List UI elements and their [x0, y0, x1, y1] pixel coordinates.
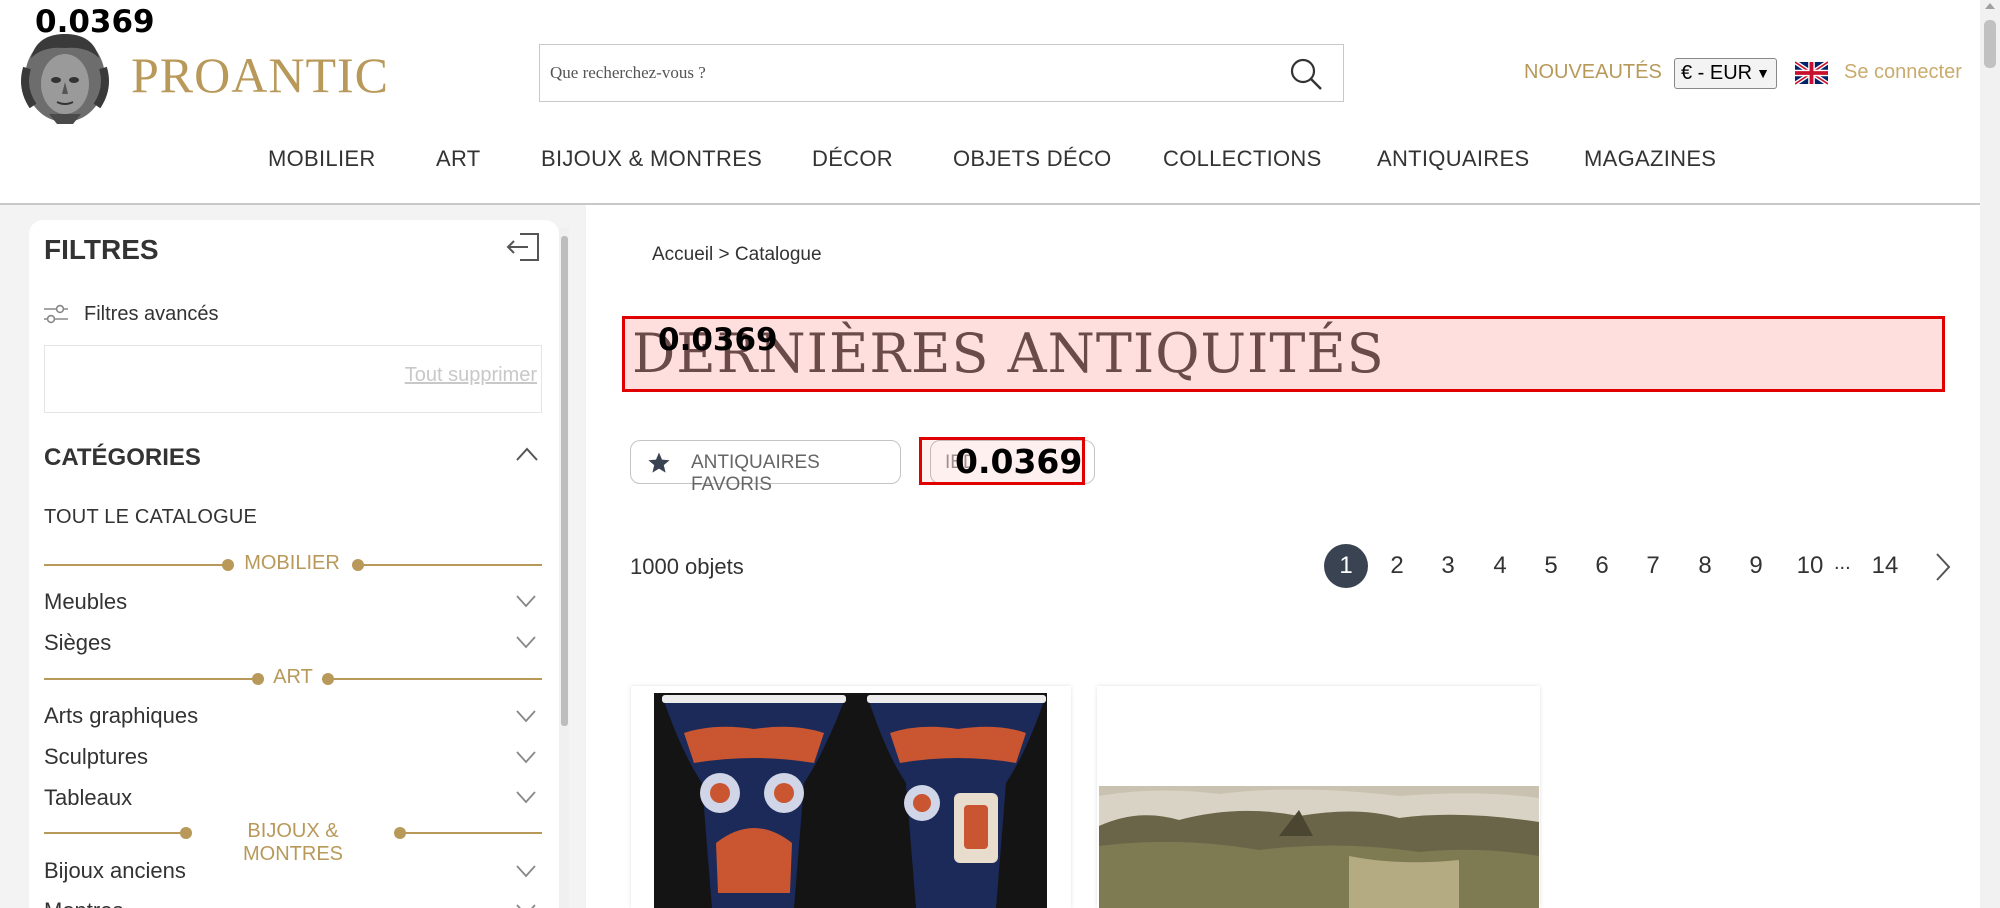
currency-value: € - EUR — [1681, 62, 1753, 84]
category-group-label: MOBILIER — [242, 552, 342, 575]
new-items-link[interactable]: NOUVEAUTÉS — [1524, 61, 1662, 84]
debug-highlight-title — [622, 316, 1945, 392]
chevron-down-icon[interactable] — [515, 709, 537, 723]
uk-flag-icon[interactable] — [1795, 61, 1828, 85]
nav-item-art[interactable]: ART — [436, 146, 481, 172]
page-1[interactable]: 1 — [1324, 544, 1368, 588]
category-group-label: BIJOUX & MONTRES — [198, 820, 388, 866]
search-icon[interactable] — [1289, 57, 1323, 91]
chevron-down-icon: ▼ — [1756, 65, 1770, 81]
chevron-down-icon[interactable] — [515, 864, 537, 878]
close-panel-icon[interactable] — [506, 232, 540, 262]
chevron-down-icon[interactable] — [515, 750, 537, 764]
chevron-down-icon[interactable] — [515, 635, 537, 649]
nav-item-objets-deco[interactable]: OBJETS DÉCO — [953, 146, 1112, 172]
page-4[interactable]: 4 — [1478, 544, 1522, 588]
result-count: 1000 objets — [630, 554, 744, 579]
nav-item-bijoux-montres[interactable]: BIJOUX & MONTRES — [541, 146, 762, 172]
page-scrollbar[interactable] — [1980, 0, 2000, 908]
search-bar — [539, 44, 1344, 102]
breadcrumb[interactable]: Accueil > Catalogue — [652, 244, 822, 266]
chevron-up-icon[interactable] — [515, 446, 539, 462]
page-6[interactable]: 6 — [1580, 544, 1624, 588]
brand-name[interactable]: PROANTIC — [131, 46, 389, 104]
sliders-icon[interactable] — [44, 304, 68, 324]
pagination: 1 2 3 4 5 6 7 8 9 10 ... 14 — [1320, 544, 1960, 588]
page-8[interactable]: 8 — [1683, 544, 1727, 588]
page-2[interactable]: 2 — [1375, 544, 1419, 588]
page-last[interactable]: 14 — [1860, 544, 1910, 588]
star-icon — [648, 452, 670, 473]
page-9[interactable]: 9 — [1734, 544, 1778, 588]
sidebar-item-sculptures[interactable]: Sculptures — [44, 744, 148, 770]
sidebar-item-tableaux[interactable]: Tableaux — [44, 785, 132, 811]
favorite-dealers-button[interactable]: ANTIQUAIRES FAVORIS — [630, 440, 901, 495]
sidebar-item-sieges[interactable]: Sièges — [44, 630, 111, 656]
search-input[interactable] — [550, 45, 1250, 101]
category-divider-bijoux: BIJOUX & MONTRES — [44, 820, 542, 866]
advanced-filters-link[interactable]: Filtres avancés — [84, 303, 219, 326]
logo-head-icon[interactable] — [17, 28, 113, 124]
sidebar-item-montres[interactable]: Montres — [44, 898, 123, 908]
favorite-dealers-label: ANTIQUAIRES FAVORIS — [691, 452, 820, 495]
category-divider-mobilier: MOBILIER — [44, 552, 542, 578]
page-7[interactable]: 7 — [1631, 544, 1675, 588]
categories-title[interactable]: CATÉGORIES — [44, 444, 201, 472]
category-group-label: ART — [270, 666, 316, 689]
nav-item-magazines[interactable]: MAGAZINES — [1584, 146, 1716, 172]
login-link[interactable]: Se connecter — [1844, 61, 1962, 84]
product-image[interactable] — [1099, 786, 1539, 908]
debug-overlay-logo: 0.0369 — [35, 4, 155, 40]
page-10[interactable]: 10 — [1785, 544, 1835, 588]
nav-item-antiquaires[interactable]: ANTIQUAIRES — [1377, 146, 1529, 172]
chevron-down-icon[interactable] — [515, 903, 537, 908]
page-5[interactable]: 5 — [1529, 544, 1573, 588]
chevron-down-icon[interactable] — [515, 594, 537, 608]
sidebar-item-arts-graphiques[interactable]: Arts graphiques — [44, 703, 198, 729]
clear-all-link[interactable]: Tout supprimer — [405, 364, 537, 387]
filters-title: FILTRES — [44, 234, 159, 265]
product-card[interactable] — [1097, 686, 1540, 908]
main-nav: MOBILIER ART BIJOUX & MONTRES DÉCOR OBJE… — [0, 146, 2000, 186]
active-filters-box: Tout supprimer — [44, 345, 542, 413]
sidebar-item-meubles[interactable]: Meubles — [44, 589, 127, 615]
nav-item-decor[interactable]: DÉCOR — [812, 146, 893, 172]
currency-select[interactable]: € - EUR ▼ — [1674, 58, 1777, 89]
sidebar-scrollbar-thumb[interactable] — [561, 236, 568, 726]
debug-overlay-button: 0.0369 — [955, 442, 1083, 481]
debug-overlay-title: 0.0369 — [658, 322, 778, 358]
product-card[interactable] — [631, 686, 1071, 908]
nav-item-mobilier[interactable]: MOBILIER — [268, 146, 376, 172]
pagination-ellipsis: ... — [1834, 552, 1851, 574]
sidebar-item-bijoux-anciens[interactable]: Bijoux anciens — [44, 858, 186, 884]
category-divider-art: ART — [44, 666, 542, 692]
page-3[interactable]: 3 — [1426, 544, 1470, 588]
page-scrollbar-thumb[interactable] — [1984, 20, 1996, 68]
scroll-up-arrow-icon[interactable] — [1985, 3, 1995, 9]
chevron-down-icon[interactable] — [515, 790, 537, 804]
product-image[interactable] — [654, 693, 1047, 908]
nav-item-collections[interactable]: COLLECTIONS — [1163, 146, 1322, 172]
chevron-right-icon[interactable] — [1934, 552, 1952, 582]
all-catalog-link[interactable]: TOUT LE CATALOGUE — [44, 506, 257, 529]
